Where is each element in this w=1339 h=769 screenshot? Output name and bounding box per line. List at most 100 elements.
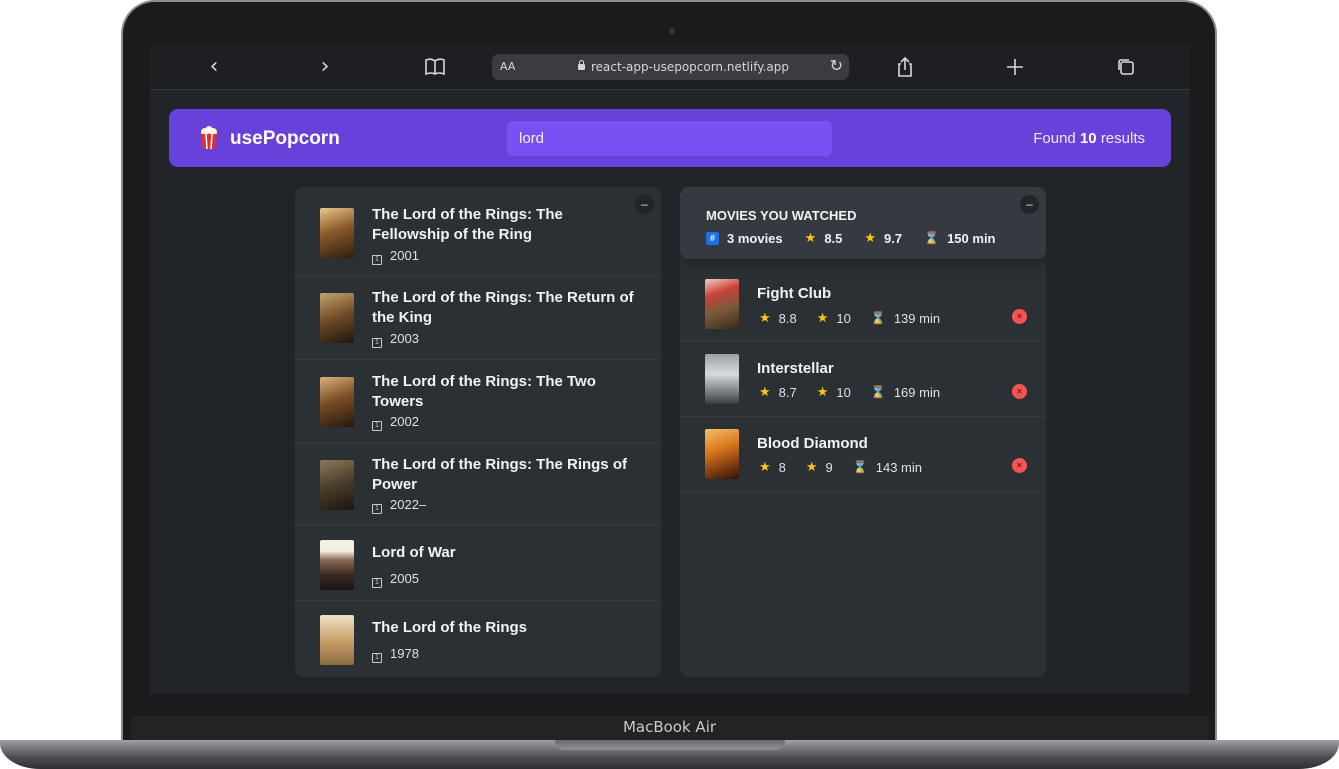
year-value: 2002 [390, 414, 419, 429]
hash-icon: # [706, 231, 719, 245]
movie-title: Lord of War [372, 544, 456, 561]
movie-poster [705, 429, 739, 479]
movie-year: 1 1978 [372, 646, 419, 663]
stat-value: 3 movies [727, 230, 783, 246]
hinge-notch [555, 740, 785, 750]
back-icon[interactable]: ‹ [201, 54, 227, 80]
list-item[interactable]: The Lord of the Rings: The Return of the… [295, 277, 661, 360]
list-item[interactable]: The Lord of the Rings: The Two Towers 12… [295, 360, 661, 443]
navbar: usePopcorn Found 10 results [169, 109, 1171, 167]
movie-title: The Lord of the Rings: The Return of the… [372, 289, 634, 326]
share-icon[interactable] [892, 54, 918, 80]
star-icon: ★ [759, 310, 771, 325]
movie-year: 1 2022– [372, 497, 427, 514]
star-icon: ★ [759, 384, 771, 399]
address-bar[interactable]: AA react-app-usepopcorn.netlify.app ↻ [492, 54, 849, 80]
star-icon: ★ [864, 230, 877, 245]
stat-value: 9 [825, 459, 833, 475]
avg-imdb-stat: ★ 8.5 [805, 230, 843, 246]
year-value: 2001 [390, 248, 419, 263]
runtime: ⌛ 169 min [871, 384, 940, 400]
device-brand: MacBook Air [622, 718, 717, 736]
collapse-button[interactable]: – [635, 195, 654, 214]
watched-item: Interstellar ★ 8.7 ★ 10 ⌛ 169 min ✕ [680, 342, 1046, 417]
stat-value: 10 [836, 384, 851, 400]
calendar-icon: 1 [372, 255, 382, 265]
camera [669, 28, 675, 34]
movie-poster [320, 377, 354, 427]
url-label: react-app-usepopcorn.netlify.app [591, 60, 790, 74]
search-results-box: – The Lord of the Rings: The Fellowship … [295, 187, 661, 677]
movie-poster [320, 540, 354, 590]
user-rating: ★ 9 [806, 459, 833, 475]
movie-poster [320, 208, 354, 258]
laptop-lid: ‹ › AA react-app-usepopcorn.netlify.app … [121, 0, 1217, 746]
reload-icon[interactable]: ↻ [830, 56, 843, 75]
watched-item: Fight Club ★ 8.8 ★ 10 ⌛ 139 min ✕ [680, 267, 1046, 342]
bookmarks-icon[interactable] [422, 54, 448, 80]
imdb-rating: ★ 8 [759, 459, 786, 475]
app: usePopcorn Found 10 results – The Lord o… [150, 90, 1190, 694]
star-icon: ★ [759, 459, 771, 474]
movie-year: 1 2005 [372, 571, 419, 588]
hourglass-icon: ⌛ [870, 311, 886, 325]
stat-value: 139 min [893, 310, 941, 326]
screen: ‹ › AA react-app-usepopcorn.netlify.app … [150, 44, 1190, 694]
delete-button[interactable]: ✕ [1012, 458, 1027, 473]
search-input[interactable] [507, 121, 832, 156]
calendar-icon: 1 [372, 421, 382, 431]
stat-value: 8 [778, 459, 786, 475]
avg-user-stat: ★ 9.7 [864, 230, 902, 246]
movie-title: The Lord of the Rings [372, 619, 527, 636]
movie-poster [320, 460, 354, 510]
stat-value: 10 [836, 310, 851, 326]
avg-runtime-stat: ⌛ 150 min [924, 230, 995, 246]
imdb-rating: ★ 8.7 [759, 384, 797, 400]
movie-title: Fight Club [757, 285, 832, 302]
movie-year: 1 2002 [372, 414, 419, 431]
movie-year: 1 2003 [372, 331, 419, 348]
movie-title: Blood Diamond [757, 435, 868, 452]
hourglass-icon: ⌛ [924, 231, 940, 245]
hourglass-icon: ⌛ [870, 385, 886, 399]
stat-value: 169 min [893, 384, 941, 400]
url-text: react-app-usepopcorn.netlify.app [578, 60, 789, 74]
popcorn-icon [201, 126, 217, 150]
found-suffix: results [1100, 130, 1145, 147]
movie-stats: ★ 8.7 ★ 10 ⌛ 169 min [759, 384, 940, 400]
movie-stats: ★ 8 ★ 9 ⌛ 143 min [759, 459, 922, 475]
stat-value: 8.8 [778, 310, 797, 326]
found-prefix: Found [1033, 130, 1076, 147]
calendar-icon: 1 [372, 578, 382, 588]
movie-title: The Lord of the Rings: The Rings of Powe… [372, 456, 627, 493]
user-rating: ★ 10 [817, 384, 851, 400]
movie-poster [320, 615, 354, 665]
list-item[interactable]: Lord of War 1 2005 [295, 526, 661, 601]
year-value: 2003 [390, 331, 419, 346]
movie-poster [705, 354, 739, 404]
watched-summary: MOVIES YOU WATCHED #3 movies ★ 8.5 ★ 9.7 ⌛… [680, 187, 1046, 259]
collapse-button[interactable]: – [1020, 195, 1039, 214]
year-value: 2022– [390, 497, 427, 512]
text-size-button[interactable]: AA [500, 60, 515, 73]
tabs-overview-icon[interactable] [1113, 54, 1139, 80]
list-item[interactable]: The Lord of the Rings: The Fellowship of… [295, 187, 661, 277]
list-item[interactable]: The Lord of the Rings 1 1978 [295, 601, 661, 677]
calendar-icon: 1 [372, 338, 382, 348]
browser-toolbar: ‹ › AA react-app-usepopcorn.netlify.app … [150, 44, 1190, 90]
new-tab-icon[interactable] [1002, 54, 1028, 80]
imdb-rating: ★ 8.8 [759, 310, 797, 326]
movie-stats: ★ 8.8 ★ 10 ⌛ 139 min [759, 310, 940, 326]
runtime: ⌛ 143 min [853, 459, 922, 475]
summary-title: MOVIES YOU WATCHED [706, 208, 857, 223]
delete-button[interactable]: ✕ [1012, 309, 1027, 324]
star-icon: ★ [816, 384, 829, 399]
calendar-icon: 1 [372, 653, 382, 663]
stat-value: 9.7 [884, 230, 903, 246]
logo-text: usePopcorn [230, 128, 340, 149]
delete-button[interactable]: ✕ [1012, 384, 1027, 399]
list-item[interactable]: The Lord of the Rings: The Rings of Powe… [295, 443, 661, 526]
star-icon: ★ [804, 230, 817, 245]
stat-value: 143 min [875, 459, 922, 475]
forward-icon[interactable]: › [312, 54, 338, 80]
